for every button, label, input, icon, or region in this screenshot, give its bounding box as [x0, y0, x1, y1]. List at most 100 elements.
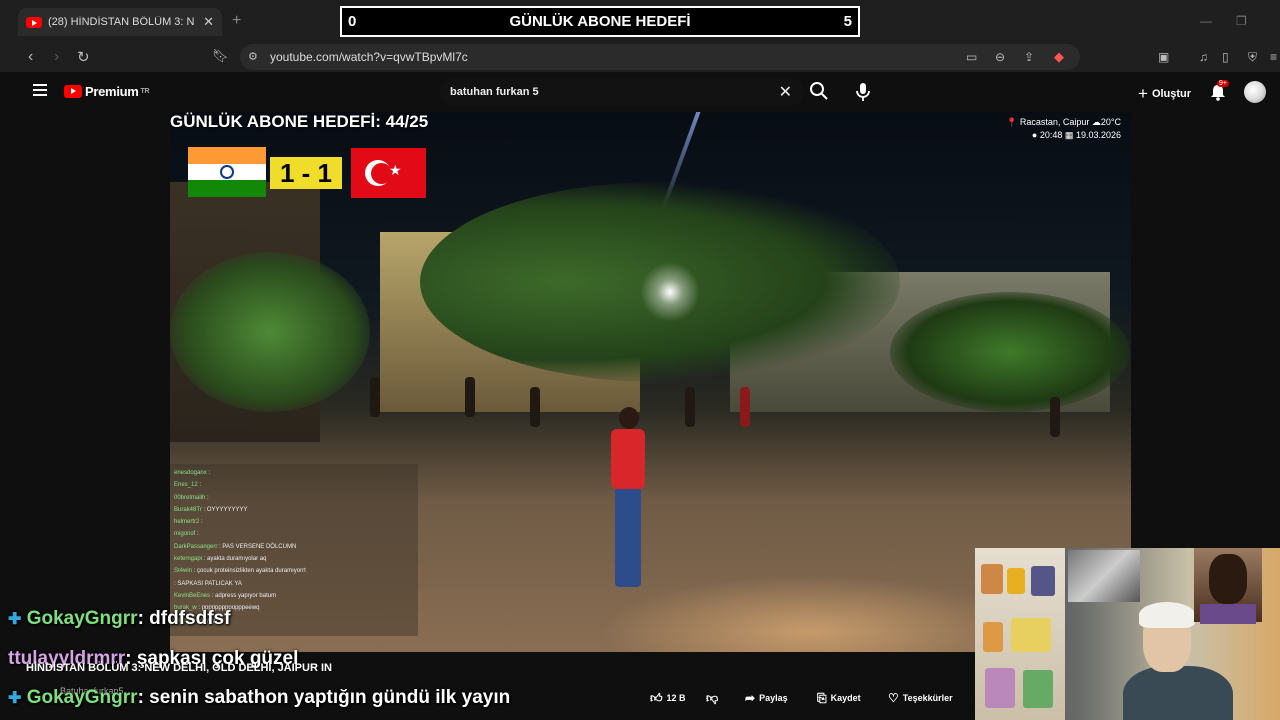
scene-person — [740, 387, 750, 427]
overlay-chat-line: ✚ GokayGngrr: senin sabathon yaptığın gü… — [8, 687, 511, 708]
chat-row: migonof : — [174, 531, 199, 538]
search-input[interactable]: batuhan furkan 5 ✕ — [440, 78, 804, 106]
back-icon[interactable]: ‹ — [28, 48, 33, 66]
scene-child-walking — [605, 407, 651, 597]
sword-icon: ✚ — [8, 690, 22, 707]
chat-user: KevinBeEnes — [174, 592, 211, 599]
maximize-window-icon[interactable]: ❐ — [1236, 14, 1247, 28]
bookmark-save-icon: ⎘ — [817, 690, 827, 705]
chat-user: Enes_12 — [174, 482, 198, 489]
overlay-chat-line: ✚ GokayGngrr: dfdfsdfsf — [8, 608, 231, 629]
site-info-icon[interactable]: ⚙ — [248, 50, 258, 63]
dislike-button[interactable]: 👎︎ — [706, 688, 718, 708]
logo-region: TR — [140, 88, 150, 95]
url-field[interactable]: youtube.com/watch?v=qvwTBpvMl7c — [240, 44, 1080, 70]
search-icon[interactable] — [808, 80, 830, 102]
chat-user: DarkPassangerr — [174, 543, 218, 550]
calendar-icon: ▦ — [1064, 130, 1074, 140]
chat-msg: SAPKASI PATLICAK YA — [177, 580, 242, 587]
location-overlay: 📍︎ Racastan, Caipur ☁20°C ● 20:48 ▦ 19.0… — [1006, 116, 1121, 142]
chat-row: Enes_12 : — [174, 482, 202, 489]
create-label: Oluştur — [1151, 88, 1192, 100]
video-title: HİNDİSTAN BÖLÜM 3: NEW DELHI, OLD DELHI,… — [26, 662, 332, 674]
reload-icon[interactable]: ↻ — [77, 48, 90, 66]
save-button[interactable]: ⎘ Kaydet — [817, 688, 861, 708]
notification-badge: 9+ — [1217, 80, 1229, 87]
chat-row: helmertr2 : — [174, 519, 203, 526]
close-tab-icon[interactable]: ✕ — [203, 14, 214, 30]
brave-shield-icon[interactable]: ◆ — [1054, 49, 1064, 65]
subscriber-goal-bar: 0 GÜNLÜK ABONE HEDEFİ 5 — [340, 6, 860, 37]
share-label: Paylaş — [759, 693, 788, 703]
scene-trees-right — [890, 292, 1130, 412]
new-tab-icon[interactable]: + — [232, 12, 241, 30]
goal-start: 0 — [348, 13, 357, 30]
music-icon[interactable]: ♫ — [1199, 50, 1208, 64]
cloud-icon: ☁ — [1091, 117, 1101, 127]
tab-title: (28) HİNDİSTAN BÖLÜM 3: N — [48, 16, 195, 28]
search-value: batuhan furkan 5 — [450, 86, 539, 98]
sword-icon: ✚ — [8, 611, 22, 628]
youtube-premium-logo[interactable]: Premium TR — [64, 84, 150, 99]
chat-row: St4win : çocuk proteinsizlikten ayakta d… — [174, 568, 306, 575]
zoom-icon[interactable]: ⊖ — [995, 50, 1005, 64]
create-button[interactable]: + Oluştur — [1138, 84, 1191, 104]
overlay-chat-msg: dfdfsdfsf — [149, 608, 231, 629]
thanks-button[interactable]: ♡ Teşekkürler — [888, 688, 953, 708]
location-pin-icon: 📍︎ — [1005, 117, 1018, 127]
thumbs-up-icon: 👍︎ — [650, 690, 663, 705]
minimize-window-icon[interactable]: — — [1200, 14, 1212, 28]
browser-tab[interactable]: (28) HİNDİSTAN BÖLÜM 3: N ✕ — [18, 8, 222, 36]
chat-msg: ayakta duramıyolar aq — [207, 556, 267, 563]
webcam-inset — [1194, 548, 1262, 624]
share-icon: ➦ — [745, 691, 756, 705]
webcam-poster — [1068, 550, 1140, 602]
youtube-favicon-icon — [26, 16, 42, 28]
street-light — [640, 262, 700, 322]
microphone-icon[interactable] — [850, 80, 876, 104]
like-button[interactable]: 👍︎ 12 B — [650, 688, 686, 708]
scene-person — [465, 377, 475, 417]
thanks-icon: ♡ — [888, 691, 899, 705]
chat-row: keterngapi : ayakta duramıyolar aq — [174, 556, 267, 563]
forward-icon[interactable]: › — [54, 48, 59, 66]
thumbs-down-icon: 👎︎ — [706, 690, 719, 705]
clock-icon: ● — [1031, 130, 1038, 140]
scene-person — [530, 387, 540, 427]
chat-row: DarkPassangerr : PAS VERSENE DÖLCUMN — [174, 543, 297, 550]
shield-icon[interactable]: ⛨ — [1248, 50, 1257, 65]
chat-msg: çocuk proteinsizlikten ayakta duramıyorr… — [197, 568, 306, 575]
menu-icon[interactable]: ≡ — [1270, 50, 1277, 64]
hamburger-menu-icon[interactable] — [33, 84, 47, 96]
logo-text: Premium — [85, 84, 139, 99]
chat-row: KevinBeEnes : adpress yapıyor batum — [174, 592, 277, 599]
chat-row: 00bretmalih : — [174, 494, 209, 501]
cast-icon[interactable]: ▭ — [966, 50, 977, 64]
clear-search-icon[interactable]: ✕ — [779, 82, 792, 102]
india-flag — [188, 147, 266, 197]
chat-user: helmertr2 — [174, 519, 200, 526]
share-button[interactable]: ➦ Paylaş — [745, 688, 788, 708]
notifications-button[interactable]: 9+ — [1208, 80, 1229, 102]
scene-person — [1050, 397, 1060, 437]
overlay-chat-msg: senin sabathon yaptığın gündü ilk yayın — [149, 687, 511, 708]
youtube-play-icon — [64, 85, 82, 98]
chat-row: : SAPKASI PATLICAK YA — [174, 580, 242, 587]
chat-user: enesdoganx — [174, 470, 207, 476]
overlay-chat-user: GokayGngrr — [26, 608, 138, 629]
chat-user: migonof — [174, 531, 196, 538]
date-text: 19.03.2026 — [1075, 130, 1121, 140]
avatar[interactable] — [1244, 81, 1266, 103]
chat-msg: PAS VERSENE DÖLCUMN — [222, 543, 297, 550]
scene-person — [370, 377, 380, 417]
chat-msg: adpress yapıyor batum — [215, 592, 277, 599]
time-text: 20:48 — [1039, 130, 1063, 140]
extensions-icon[interactable]: ▣ — [1158, 50, 1169, 64]
turkey-flag: ★ — [351, 148, 426, 198]
sidebar-icon[interactable]: ▯ — [1222, 50, 1229, 64]
webcam-shelf — [975, 548, 1065, 720]
share-page-icon[interactable]: ⇪ — [1024, 50, 1034, 64]
bookmark-icon[interactable]: 🔖︎ — [212, 48, 229, 64]
temperature: 20°C — [1100, 117, 1121, 127]
streamer-webcam — [975, 548, 1280, 720]
